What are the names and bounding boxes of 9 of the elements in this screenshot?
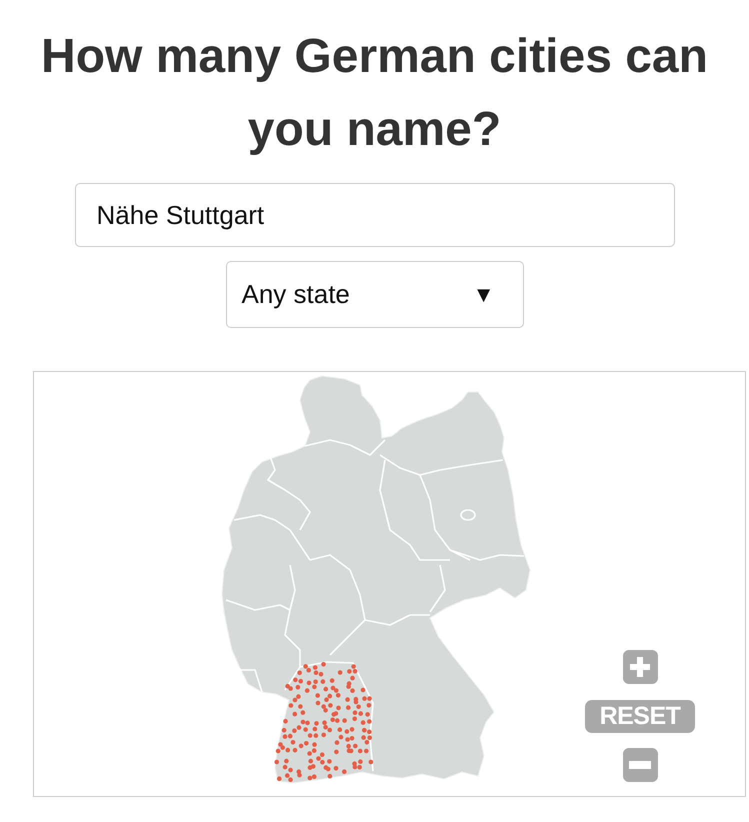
page-title: How many German cities can you name?: [40, 29, 709, 158]
zoom-out-button[interactable]: [622, 748, 658, 782]
state-select[interactable]: Any state ▼: [226, 261, 524, 328]
dropdown-arrow: ▼: [472, 281, 494, 309]
minus-icon: [629, 761, 651, 769]
city-input-field[interactable]: Nähe Stuttgart: [74, 183, 674, 247]
select-value: Any state: [242, 278, 350, 311]
plus-icon: [629, 656, 651, 678]
zoom-in-button[interactable]: [622, 650, 658, 684]
